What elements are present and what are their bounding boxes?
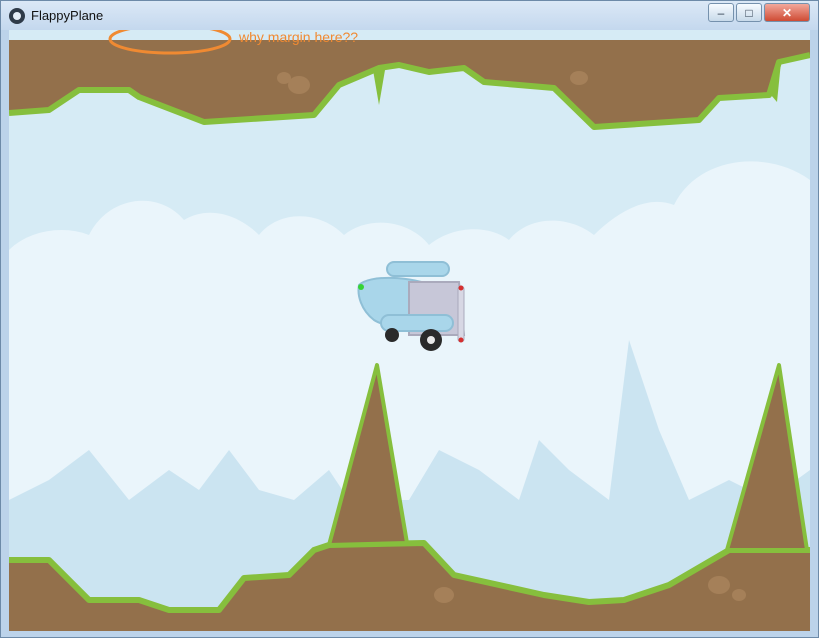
minimize-button[interactable]: –: [708, 3, 734, 22]
app-icon: [9, 8, 25, 24]
window-controls: – □ ✕: [708, 3, 810, 22]
maximize-icon: □: [745, 5, 753, 20]
minimize-icon: –: [717, 5, 725, 20]
maximize-button[interactable]: □: [736, 3, 762, 22]
close-button[interactable]: ✕: [764, 3, 810, 22]
title-bar[interactable]: FlappyPlane – □ ✕: [1, 1, 818, 30]
close-icon: ✕: [781, 5, 793, 20]
game-scene: [9, 30, 810, 631]
app-window: FlappyPlane – □ ✕ why margin here??: [0, 0, 819, 638]
annotation-text: why margin here??: [239, 29, 359, 45]
game-canvas[interactable]: [9, 30, 810, 631]
window-title: FlappyPlane: [31, 8, 104, 23]
